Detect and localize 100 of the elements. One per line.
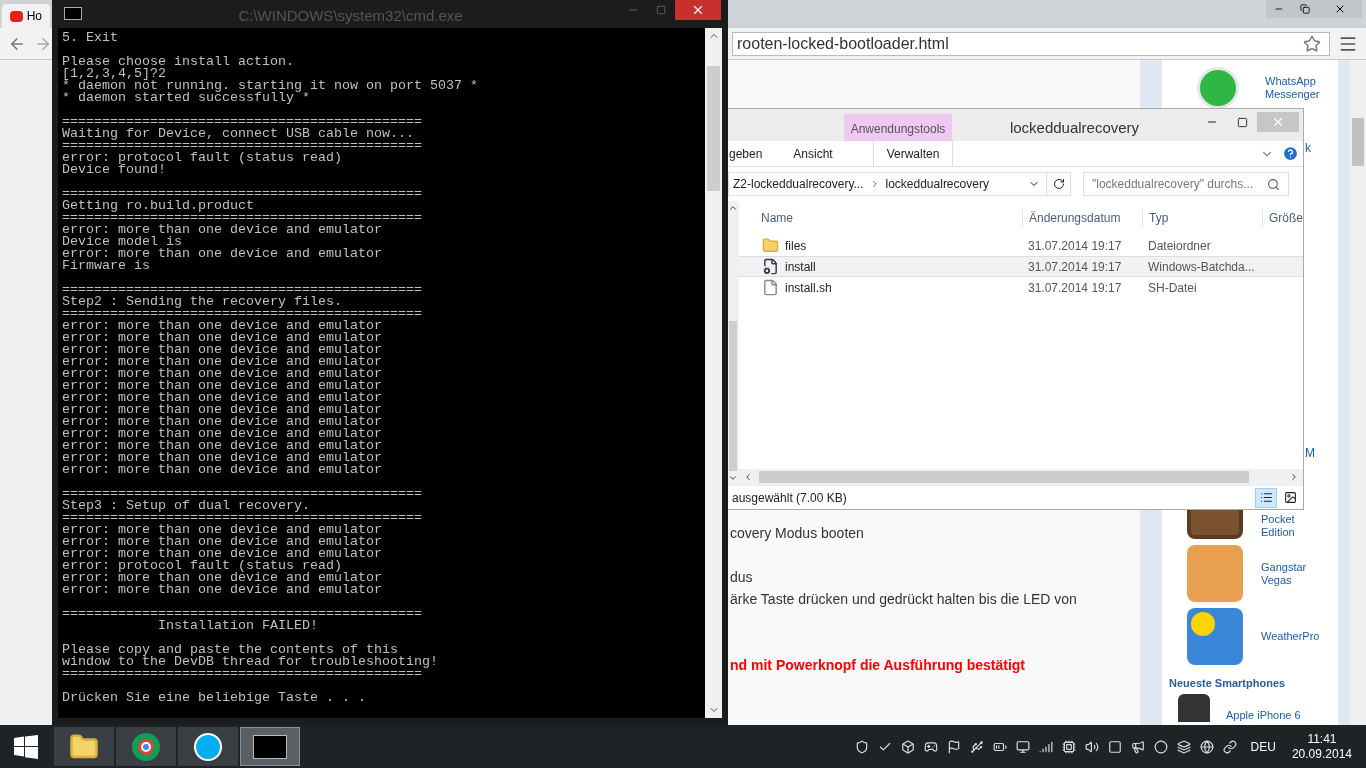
ribbon-tab[interactable]: geben xyxy=(729,141,785,166)
horizontal-scrollbar[interactable] xyxy=(739,469,1303,485)
console-line: ============================================= xyxy=(62,308,422,320)
scrollbar[interactable] xyxy=(728,201,739,485)
scrollbar[interactable] xyxy=(1350,60,1366,725)
app-link[interactable]: Pocket Edition xyxy=(1261,513,1323,539)
file-row[interactable]: install.sh 31.07.2014 19:17 SH-Datei xyxy=(739,277,1303,298)
globe-icon[interactable] xyxy=(1199,739,1214,754)
console-line: ============================================= xyxy=(62,116,422,128)
console-icon xyxy=(253,734,287,759)
language-indicator[interactable]: DEU xyxy=(1250,737,1276,756)
ribbon-tab[interactable]: Ansicht xyxy=(785,141,841,166)
usb-icon[interactable] xyxy=(969,739,984,754)
console-line: error: protocol fault (status read) xyxy=(62,560,342,572)
circle-icon[interactable] xyxy=(1153,739,1168,754)
console-line: error: more than one device and emulator xyxy=(62,344,382,356)
windows-logo-icon xyxy=(14,734,38,759)
breadcrumb-item[interactable]: Z2-lockeddualrecovery... xyxy=(729,175,864,193)
square-icon[interactable] xyxy=(1107,739,1122,754)
breadcrumb-item[interactable]: lockeddualrecovery xyxy=(885,175,1028,193)
scroll-thumb[interactable] xyxy=(707,66,720,191)
scroll-down-icon[interactable] xyxy=(728,473,739,483)
console-line: error: more than one device and emulator xyxy=(62,368,382,380)
browser-tab[interactable]: Ho xyxy=(2,4,50,28)
column-header[interactable]: Typ xyxy=(1142,209,1262,227)
link-icon[interactable] xyxy=(1222,739,1237,754)
console-line: error: more than one device and emulator xyxy=(62,572,382,584)
context-tab-label: Anwendungstools xyxy=(844,114,952,141)
clock[interactable]: 11:41 20.09.2014 xyxy=(1291,731,1352,762)
restore-icon xyxy=(1300,4,1310,14)
monitor-icon[interactable] xyxy=(1015,739,1030,754)
column-header[interactable]: Name xyxy=(761,209,1022,227)
search-field[interactable]: "lockeddualrecovery" durchs... xyxy=(1083,172,1289,196)
file-row[interactable]: install 31.07.2014 19:17 Windows-Batchda... xyxy=(739,256,1303,277)
console-line: error: more than one device and emulator xyxy=(62,536,382,548)
megaphone-icon[interactable] xyxy=(1130,739,1145,754)
article-text: nd mit Powerknopf die Ausführung bestätigt xyxy=(730,656,1026,674)
console-line: error: more than one device and emulator xyxy=(62,416,382,428)
phone-link[interactable]: Apple iPhone 6 xyxy=(1226,709,1301,722)
file-date: 31.07.2014 19:17 xyxy=(1028,279,1123,297)
circle-logo-icon xyxy=(132,732,160,761)
volume-icon[interactable] xyxy=(1084,739,1099,754)
app-link[interactable]: Gangstar Vegas xyxy=(1261,560,1323,587)
flag-icon[interactable] xyxy=(946,739,961,754)
file-row[interactable]: files 31.07.2014 19:17 Dateiordner xyxy=(739,235,1303,256)
window-title: lockeddualrecovery xyxy=(1008,118,1141,138)
file-date: 31.07.2014 19:17 xyxy=(1028,258,1123,276)
taskbar-app[interactable] xyxy=(240,727,300,766)
picture-icon xyxy=(1283,491,1297,504)
app-link[interactable]: WhatsApp Messenger xyxy=(1265,75,1329,101)
search-icon xyxy=(1267,177,1280,191)
console-line: ============================================= xyxy=(62,668,422,680)
help-icon[interactable] xyxy=(1282,145,1299,162)
app-link[interactable]: WeatherPro xyxy=(1261,630,1323,643)
scrollbar[interactable] xyxy=(705,28,722,718)
minimize-button[interactable] xyxy=(1266,0,1292,18)
scroll-left-icon[interactable] xyxy=(743,472,753,482)
gamepad-icon[interactable] xyxy=(923,739,938,754)
console-line: Installation FAILED! xyxy=(156,620,318,632)
console-line: Waiting for Device, connect USB cable now... xyxy=(62,128,414,140)
file-name: install.sh xyxy=(785,279,832,297)
console-line: error: more than one device and emulator xyxy=(62,248,382,260)
console-line: error: more than one device and emulator xyxy=(62,464,382,476)
address-bar[interactable]: rooten-locked-bootloader.html xyxy=(732,31,1330,56)
signal-icon[interactable] xyxy=(1038,739,1053,754)
article-text: dus xyxy=(730,568,753,586)
speech-logo-icon xyxy=(194,732,222,761)
taskbar-app[interactable] xyxy=(178,727,238,766)
console-line: 5. Exit xyxy=(62,32,118,44)
article-text: ärke Taste drücken und gedrückt halten bis die LED von xyxy=(730,590,1077,608)
console-line: Firmware is xyxy=(62,260,150,272)
list-icon xyxy=(1259,491,1273,504)
console-line: ============================================= xyxy=(62,212,422,224)
close-icon xyxy=(1334,3,1346,15)
console-line: Device found! xyxy=(62,164,166,176)
play-icon xyxy=(10,10,23,22)
sun-icon xyxy=(1187,608,1243,665)
shield-icon[interactable] xyxy=(854,739,869,754)
bookmark-star-icon[interactable] xyxy=(1303,34,1321,53)
column-header[interactable]: Änderungsdatum xyxy=(1022,209,1142,227)
taskbar-app[interactable] xyxy=(54,727,114,766)
details-view-button[interactable] xyxy=(1255,487,1277,508)
taskbar-app[interactable] xyxy=(116,727,176,766)
column-header[interactable]: Größe xyxy=(1262,209,1303,227)
console-line: Please choose install action. xyxy=(62,56,294,68)
console-line: error: more than one device and emulator xyxy=(62,380,382,392)
refresh-icon[interactable] xyxy=(1052,178,1065,190)
box-icon[interactable] xyxy=(900,739,915,754)
layers-icon[interactable] xyxy=(1176,739,1191,754)
console-line: * daemon not running. starting it now on port 5037 * xyxy=(62,80,478,92)
ribbon-tab[interactable]: Verwalten xyxy=(873,141,953,166)
close-icon xyxy=(1271,115,1285,129)
console-line: Step3 : Setup of dual recovery. xyxy=(62,500,310,512)
scroll-up-icon[interactable] xyxy=(728,203,739,213)
phone-placeholder xyxy=(1178,694,1210,722)
chip-icon[interactable] xyxy=(1061,739,1076,754)
scroll-right-icon[interactable] xyxy=(1289,472,1299,482)
console-line: error: more than one device and emulator xyxy=(62,332,382,344)
file-type: SH-Datei xyxy=(1148,279,1197,297)
address-bar[interactable]: Z2-lockeddualrecovery... lockeddualrecovery xyxy=(728,172,1071,196)
